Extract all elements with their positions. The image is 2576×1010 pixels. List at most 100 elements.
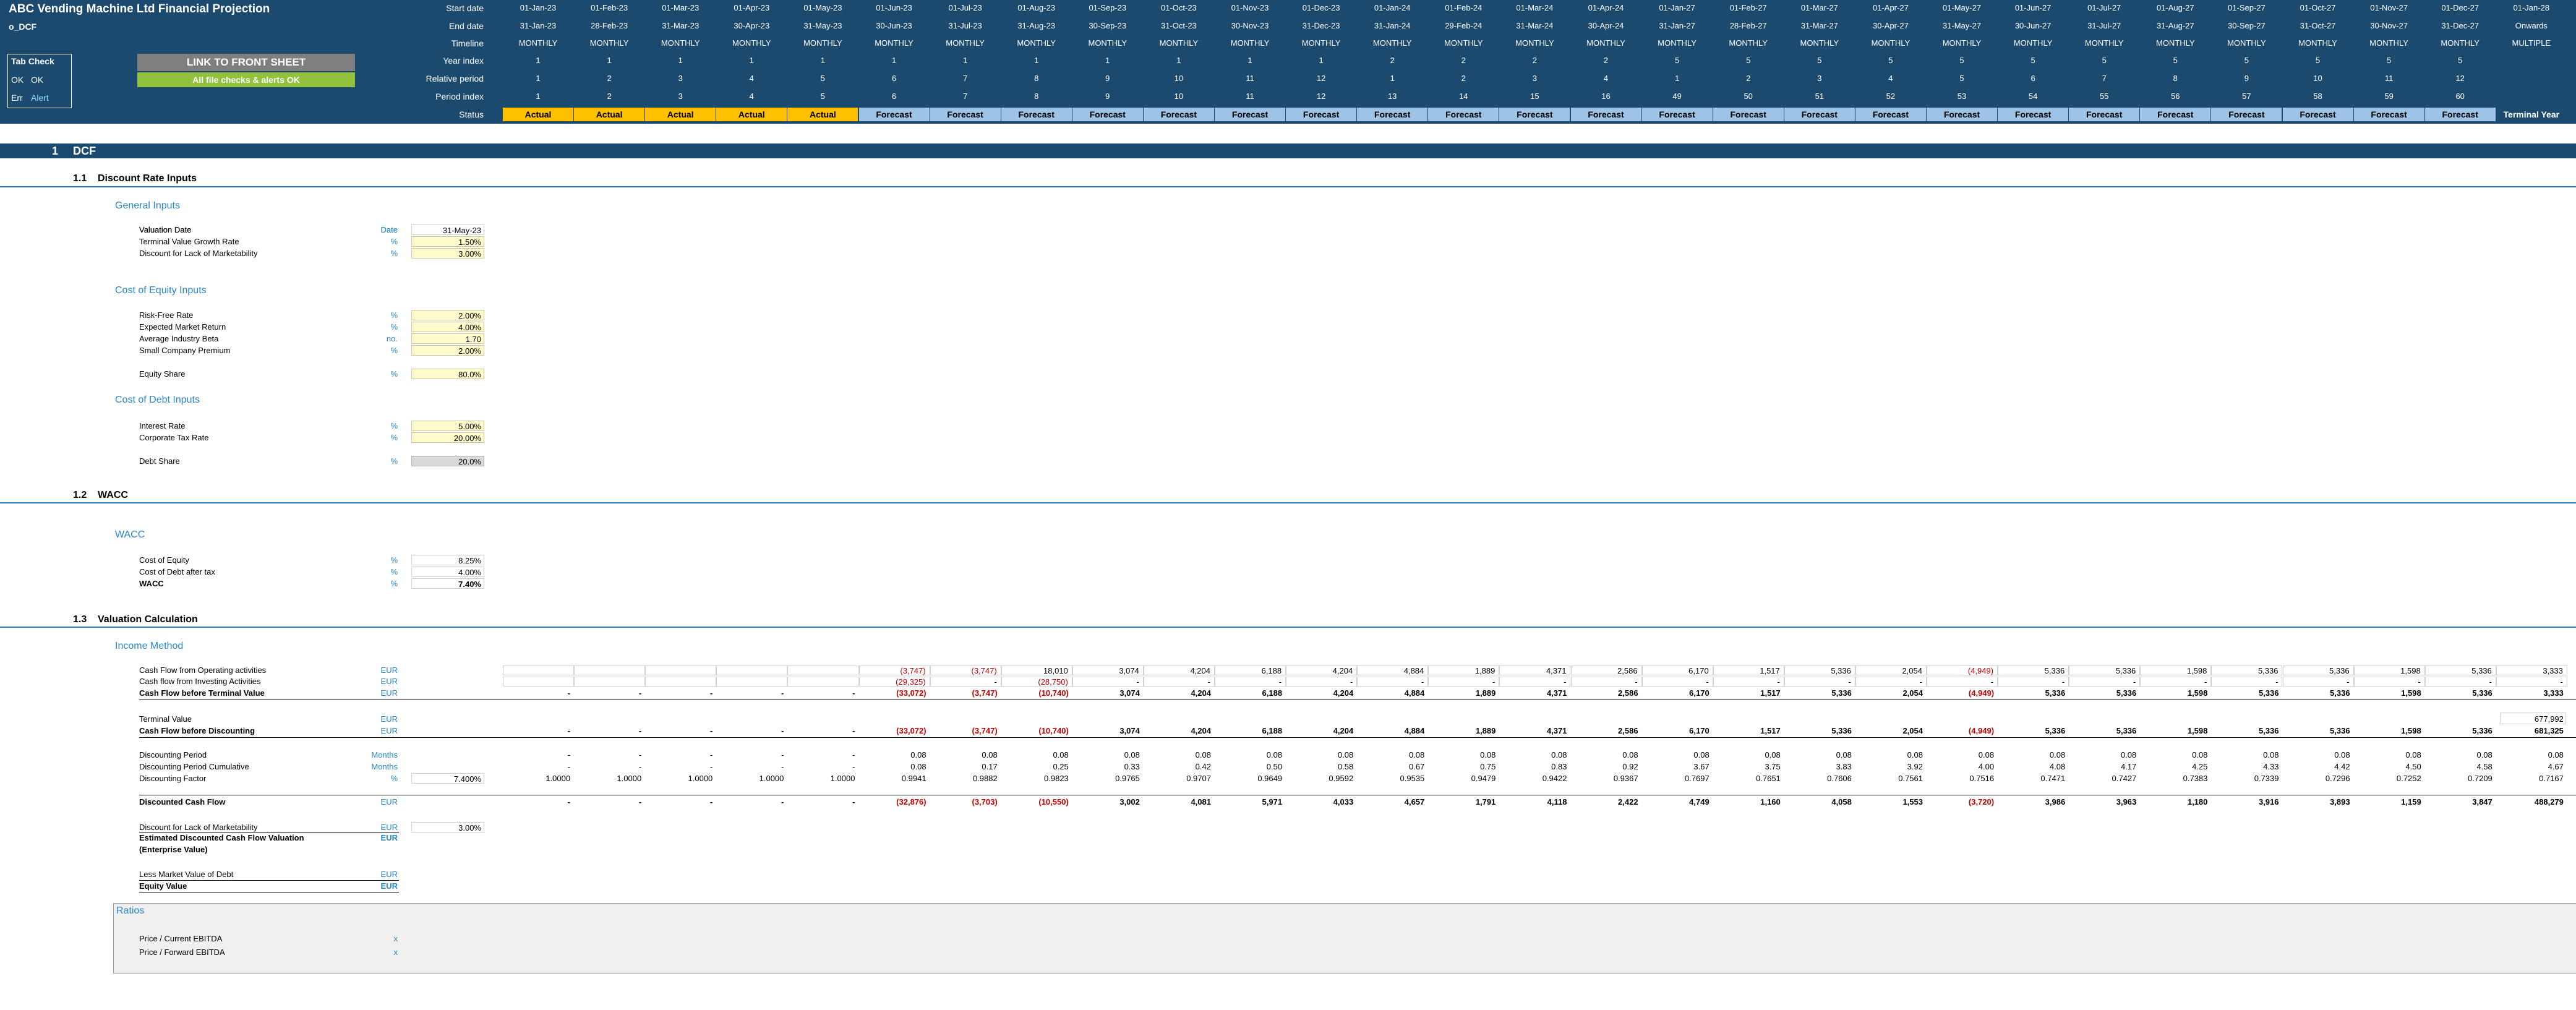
calc-value-cell [787,677,859,687]
subsection-1-1-title: Discount Rate Inputs [98,173,197,184]
timeline-relative-period-cell: 3 [1817,74,1822,83]
discount-rate-cell: 7.400% [411,773,484,784]
timeline-end-dates-cell: 30-Nov-27 [2370,21,2408,30]
input-value-cell[interactable]: 2.00% [411,345,484,356]
timeline-timeline-cell: MONTHLY [1372,38,1412,48]
timeline-start-dates-cell: 01-Jan-24 [1374,3,1411,12]
period-status-badge: Forecast [1428,108,1499,121]
timeline-year-index-cell: 5 [1746,56,1751,65]
calc-value-cell: 3.83 [1836,762,1852,771]
timeline-year-index-cell: 2 [1532,56,1537,65]
calc-value-cell: 1,598 [2401,726,2421,735]
timeline-period-index-cell: 7 [962,92,968,101]
period-status-badge: Actual [574,108,645,121]
calc-value-cell: 18,010 [1001,665,1072,675]
period-status-badge: Forecast [1499,108,1570,121]
calc-row-unit: EUR [380,688,398,698]
calc-value-cell: 0.08 [2120,750,2137,760]
calc-value-cell: - [567,688,571,698]
period-status-badge: Forecast [2353,108,2424,121]
input-value-cell[interactable]: 3.00% [411,248,484,259]
calc-value-cell: 5,336 [2258,688,2279,698]
timeline-end-dates-cell: 31-Oct-23 [1160,21,1197,30]
period-status-badge: Forecast [1713,108,1784,121]
timeline-period-index-cell: 15 [1530,92,1539,101]
timeline-timeline-cell: MONTHLY [1942,38,1982,48]
input-value-cell[interactable]: 1.70 [411,333,484,344]
input-value-cell[interactable]: 1.50% [411,236,484,247]
calc-value-cell: - [852,797,855,807]
calc-value-cell: - [781,797,784,807]
calc-value-cell: 0.08 [1622,750,1638,760]
timeline-timeline-cell: MONTHLY [1159,38,1199,48]
calc-value-cell: 2,586 [1618,688,1638,698]
calc-value-cell: 0.08 [1480,750,1496,760]
timeline-year-index-cell: 5 [1817,56,1822,65]
timeline-period-index-cell: 12 [1316,92,1326,101]
period-status-badge: Forecast [1286,108,1357,121]
calc-value-cell: 0.9823 [1044,774,1069,783]
calc-value-cell: 1,159 [2401,797,2421,807]
calc-value-cell: - [638,762,642,771]
timeline-start-dates-cell: 01-May-23 [803,3,842,12]
period-status-badge: Forecast [1927,108,1997,121]
timeline-relative-period-cell: 4 [1603,74,1609,83]
period-status-badge: Forecast [1357,108,1428,121]
header-row-label: End date [448,21,484,31]
debt-label: Less Market Value of Debt [139,870,234,879]
timeline-timeline-cell: MONTHLY [1230,38,1270,48]
link-to-front-sheet-button[interactable]: LINK TO FRONT SHEET [137,54,355,71]
input-value-cell[interactable]: 5.00% [411,421,484,431]
debt-unit: EUR [380,870,398,879]
calc-value-cell: 0.08 [2476,750,2493,760]
timeline-end-dates-cell: 30-Jun-27 [2014,21,2052,30]
calc-value-cell: - [1998,677,2069,687]
calc-value-cell: - [638,688,642,698]
calc-value-cell: - [781,750,784,760]
input-unit: % [390,421,398,430]
calc-value-cell: (28,750) [1001,677,1072,687]
timeline-year-index-cell: 5 [1674,56,1680,65]
calc-value-cell: 4.17 [2120,762,2137,771]
timeline-timeline-cell: MONTHLY [2013,38,2053,48]
calc-value-cell: 5,336 [2424,665,2496,675]
timeline-end-dates-cell: 31-Dec-27 [2441,21,2480,30]
timeline-relative-period-cell: 2 [1461,74,1466,83]
timeline-start-dates-cell: 01-Jan-23 [520,3,557,12]
calc-value-cell: - [638,750,642,760]
calc-value-cell: 488,279 [2534,797,2564,807]
subsection-divider [0,186,2576,187]
calc-value-cell: 1,553 [1902,797,1923,807]
subsection-divider [0,502,2576,503]
calc-value-cell: - [852,750,855,760]
calc-row-label: Discounting Factor [139,774,207,783]
timeline-start-dates-cell: 01-May-27 [1942,3,1982,12]
calc-value-cell: 0.08 [2049,750,2066,760]
input-value-cell[interactable]: 4.00% [411,322,484,332]
input-value-cell[interactable]: 2.00% [411,310,484,320]
period-status-badge: Forecast [2211,108,2282,121]
timeline-end-dates-cell: Onwards [2515,21,2548,30]
calc-value-cell: 4,118 [1547,797,1567,807]
input-value-cell[interactable]: 80.0% [411,369,484,379]
calc-row-label: Terminal Value [139,714,192,724]
enterprise-value-label-2: (Enterprise Value) [139,845,208,854]
calc-value-cell: - [638,797,642,807]
timeline-start-dates-cell: 01-Apr-27 [1872,3,1909,12]
ratios-heading: Ratios [116,905,145,916]
calc-value-cell: 4.33 [2263,762,2279,771]
row-total-line [139,737,2576,738]
timeline-year-index-cell: 5 [2386,56,2392,65]
input-value-cell[interactable]: 20.00% [411,432,484,443]
calc-value-cell: 3,847 [2472,797,2493,807]
timeline-timeline-cell: MONTHLY [875,38,914,48]
timeline-relative-period-cell: 8 [1034,74,1039,83]
timeline-period-index-cell: 2 [607,92,612,101]
calc-value-cell: 0.42 [1195,762,1211,771]
input-unit: % [390,555,398,565]
timeline-timeline-cell: MONTHLY [2441,38,2480,48]
section-number: 1 [52,145,59,157]
calc-value-cell: - [1855,677,1927,687]
timeline-timeline-cell: MONTHLY [732,38,771,48]
timeline-end-dates-cell: 30-Sep-27 [2228,21,2266,30]
